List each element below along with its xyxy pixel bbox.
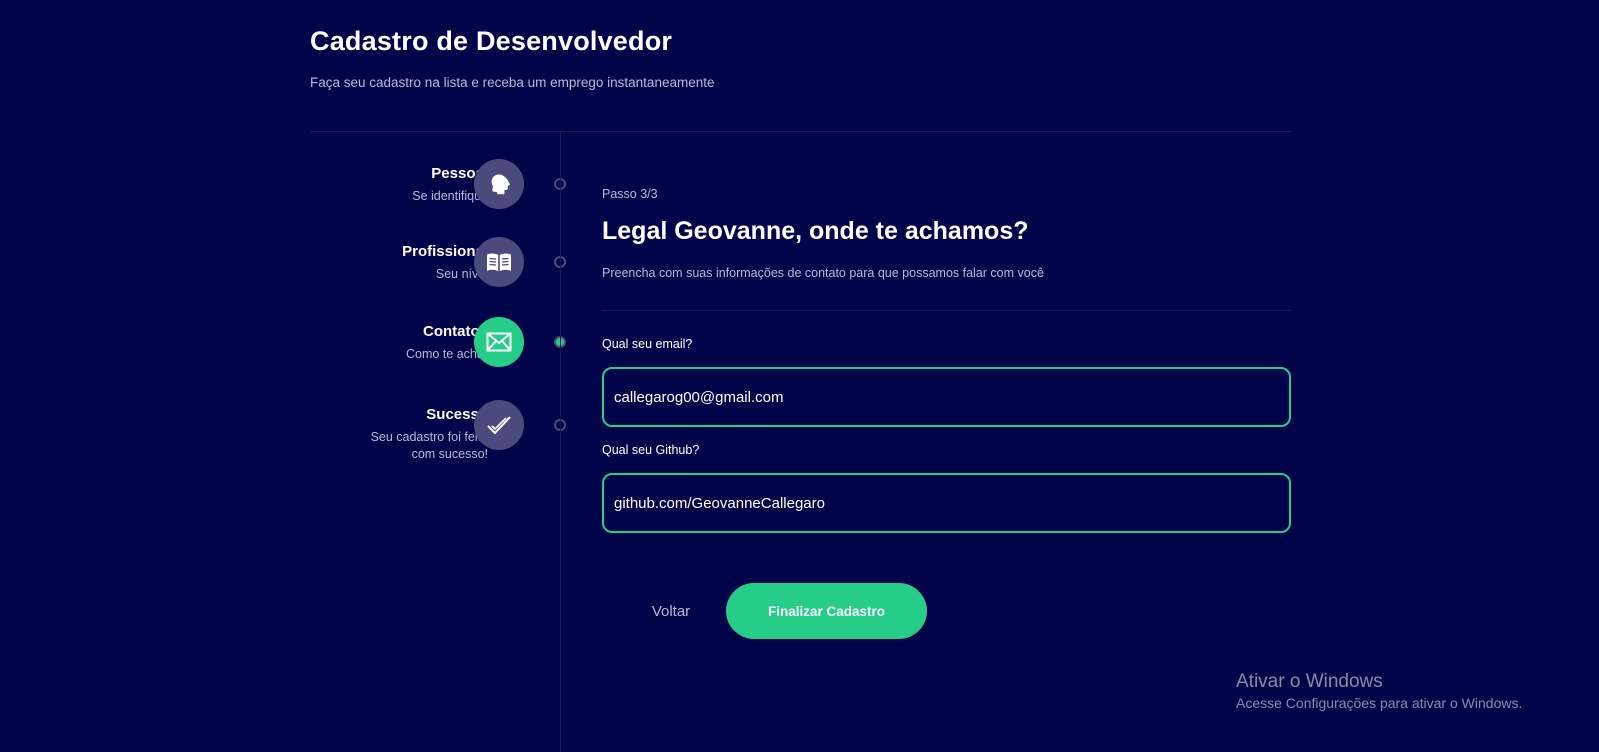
form-divider xyxy=(602,310,1291,311)
page-container: Cadastro de Desenvolvedor Faça seu cadas… xyxy=(310,0,1291,752)
sidebar-divider xyxy=(560,131,561,752)
back-button[interactable]: Voltar xyxy=(626,583,716,639)
step-text: Pessoal Se identifique xyxy=(318,165,488,205)
mail-icon xyxy=(474,317,524,367)
github-field[interactable] xyxy=(602,473,1291,533)
email-label: Qual seu email? xyxy=(602,337,693,351)
email-field[interactable] xyxy=(602,367,1291,427)
step-description: Seu nível xyxy=(435,267,488,281)
step-text: Sucesso Seu cadastro foi feito com suces… xyxy=(318,406,488,463)
sidebar-step-sucesso[interactable]: Sucesso Seu cadastro foi feito com suces… xyxy=(310,400,566,463)
sidebar-step-pessoal[interactable]: Pessoal Se identifique xyxy=(310,159,566,219)
book-icon xyxy=(474,237,524,287)
sidebar-step-contatos[interactable]: Contatos Como te achar xyxy=(310,317,566,377)
form-title: Legal Geovanne, onde te achamos? xyxy=(602,217,1029,245)
step-counter: Passo 3/3 xyxy=(602,187,658,201)
finish-button[interactable]: Finalizar Cadastro xyxy=(726,583,927,639)
page-title: Cadastro de Desenvolvedor xyxy=(310,26,673,56)
step-description: Se identifique xyxy=(412,189,488,203)
watermark-subtitle: Acesse Configurações para ativar o Windo… xyxy=(1236,695,1523,711)
github-label: Qual seu Github? xyxy=(602,443,700,457)
page-subtitle: Faça seu cadastro na lista e receba um e… xyxy=(310,75,715,90)
person-head-icon xyxy=(474,159,524,209)
step-title: Contatos xyxy=(423,323,488,340)
step-title: Profissional xyxy=(402,243,488,260)
form-description: Preencha com suas informações de contato… xyxy=(602,266,1044,280)
step-text: Contatos Como te achar xyxy=(318,323,488,363)
step-description: Seu cadastro foi feito com sucesso! xyxy=(370,430,488,461)
steps-sidebar: Pessoal Se identifique Profissional Seu … xyxy=(310,131,566,752)
windows-activation-watermark: Ativar o Windows Acesse Configurações pa… xyxy=(1236,670,1522,712)
watermark-title: Ativar o Windows xyxy=(1236,671,1383,692)
step-title: Pessoal xyxy=(431,165,488,182)
step-title: Sucesso xyxy=(426,406,488,423)
check-icon xyxy=(474,400,524,450)
sidebar-step-profissional[interactable]: Profissional Seu nível xyxy=(310,237,566,297)
step-text: Profissional Seu nível xyxy=(318,243,488,283)
step-description: Como te achar xyxy=(406,347,488,361)
